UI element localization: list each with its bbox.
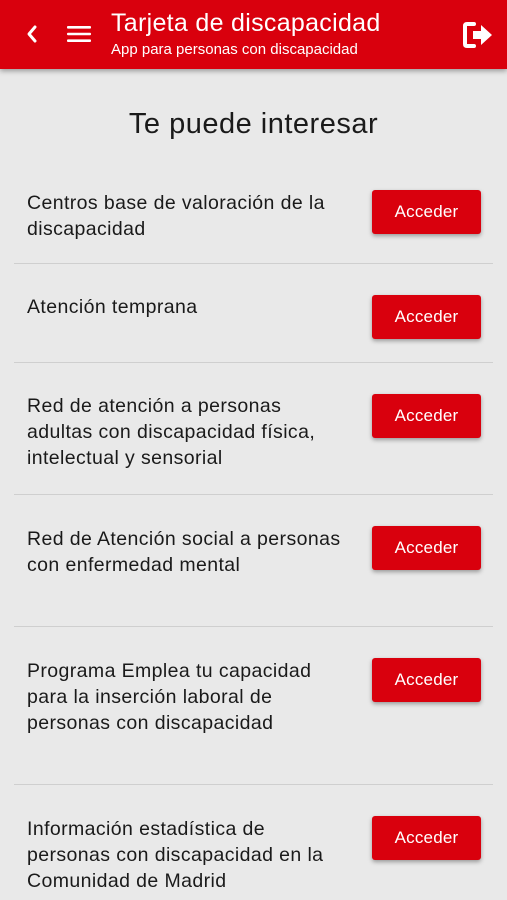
item-label: Información estadística de personas con … (27, 818, 324, 892)
item-label: Atención temprana (27, 296, 198, 318)
item-label: Programa Emplea tu capacidad para la ins… (27, 660, 312, 734)
acceder-button[interactable]: Acceder (372, 816, 481, 860)
hamburger-menu-icon (67, 26, 91, 42)
logout-button[interactable] (461, 18, 495, 52)
list-item: Atención temprana Acceder (14, 264, 493, 363)
menu-button[interactable] (64, 18, 94, 50)
logout-icon (463, 22, 492, 48)
item-label: Red de Atención social a personas con en… (27, 528, 341, 576)
list-item: Información estadística de personas con … (14, 785, 493, 900)
acceder-button[interactable]: Acceder (372, 190, 481, 234)
list-item: Programa Emplea tu capacidad para la ins… (14, 627, 493, 785)
acceder-button[interactable]: Acceder (372, 658, 481, 702)
app-title: Tarjeta de discapacidad (111, 9, 381, 37)
item-label: Centros base de valoración de la discapa… (27, 192, 325, 240)
item-label: Red de atención a personas adultas con d… (27, 395, 316, 469)
resource-list: Centros base de valoración de la discapa… (14, 166, 493, 900)
acceder-button[interactable]: Acceder (372, 394, 481, 438)
acceder-button[interactable]: Acceder (372, 295, 481, 339)
acceder-button[interactable]: Acceder (372, 526, 481, 570)
back-button[interactable] (18, 18, 46, 50)
list-item: Red de atención a personas adultas con d… (14, 363, 493, 495)
list-item: Centros base de valoración de la discapa… (14, 166, 493, 264)
list-item: Red de Atención social a personas con en… (14, 495, 493, 627)
chevron-left-icon (27, 25, 37, 43)
app-bar: Tarjeta de discapacidad App para persona… (0, 0, 507, 69)
section-title: Te puede interesar (128, 108, 379, 140)
app-subtitle: App para personas con discapacidad (111, 41, 358, 58)
